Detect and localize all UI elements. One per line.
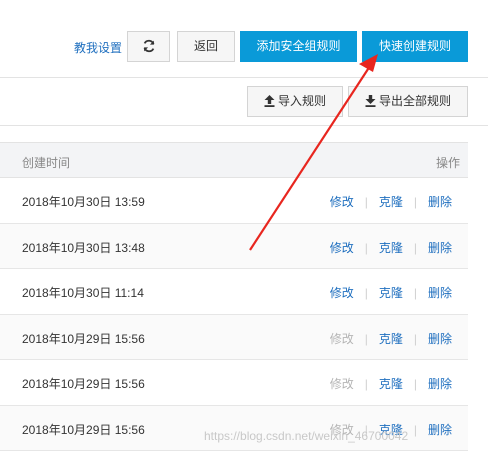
created-time-cell: 2018年10月30日 11:14	[22, 286, 144, 300]
created-time-cell: 2018年10月29日 15:56	[22, 377, 145, 391]
table-header: 创建时间 操作	[0, 142, 468, 178]
row-actions: 修改 | 克隆 | 删除	[330, 375, 452, 392]
table-row: 2018年10月30日 11:14 修改 | 克隆 | 删除	[0, 269, 468, 315]
watermark-text: https://blog.csdn.net/weixin_46700042	[204, 429, 409, 443]
action-separator: |	[364, 286, 368, 300]
row-actions: 修改 | 克隆 | 删除	[330, 239, 452, 256]
clone-link[interactable]: 克隆	[379, 332, 403, 346]
action-separator: |	[413, 286, 417, 300]
download-icon	[365, 95, 376, 107]
action-separator: |	[364, 195, 368, 209]
refresh-button[interactable]	[127, 31, 170, 62]
top-toolbar: 教我设置 返回 添加安全组规则 快速创建规则	[0, 0, 488, 77]
row-actions: 修改 | 克隆 | 删除	[330, 284, 452, 301]
upload-icon	[264, 95, 275, 107]
created-time-cell: 2018年10月30日 13:48	[22, 240, 145, 255]
import-rules-label: 导入规则	[277, 94, 326, 108]
help-setup-link[interactable]: 教我设置	[74, 39, 122, 56]
action-separator: |	[364, 331, 368, 346]
export-all-rules-button[interactable]: 导出全部规则	[348, 86, 468, 117]
import-rules-button[interactable]: 导入规则	[247, 86, 343, 117]
add-security-group-rule-button[interactable]: 添加安全组规则	[240, 31, 357, 62]
column-header-created-time: 创建时间	[22, 156, 71, 170]
action-separator: |	[413, 331, 417, 346]
created-time-cell: 2018年10月30日 13:59	[22, 195, 145, 209]
delete-link[interactable]: 删除	[428, 195, 452, 209]
clone-link[interactable]: 克隆	[379, 377, 403, 391]
toolbar-divider	[0, 77, 488, 78]
table-body: 2018年10月30日 13:59 修改 | 克隆 | 删除 2018年10月30日 13:…	[0, 178, 468, 451]
action-separator: |	[413, 422, 417, 437]
refresh-icon	[143, 39, 154, 53]
edit-link: 修改	[329, 331, 354, 346]
created-time-cell: 2018年10月29日 15:56	[22, 422, 145, 437]
delete-link[interactable]: 删除	[428, 332, 452, 346]
delete-link[interactable]: 删除	[428, 423, 452, 437]
table-row: 2018年10月30日 13:59 修改 | 克隆 | 删除	[0, 178, 468, 224]
delete-link[interactable]: 删除	[428, 377, 452, 391]
clone-link[interactable]: 克隆	[379, 241, 403, 255]
table-row: 2018年10月30日 13:48 修改 | 克隆 | 删除	[0, 223, 468, 269]
action-separator: |	[364, 240, 368, 255]
clone-link[interactable]: 克隆	[379, 195, 403, 209]
action-separator: |	[364, 377, 368, 391]
section-divider	[0, 125, 488, 126]
table-row: 2018年10月29日 15:56 修改 | 克隆 | 删除	[0, 314, 468, 360]
quick-create-rule-button[interactable]: 快速创建规则	[362, 31, 468, 62]
edit-link[interactable]: 修改	[330, 286, 354, 300]
table-row: 2018年10月29日 15:56 修改 | 克隆 | 删除	[0, 360, 468, 406]
export-all-rules-label: 导出全部规则	[378, 94, 451, 108]
clone-link[interactable]: 克隆	[379, 286, 403, 300]
edit-link[interactable]: 修改	[330, 241, 354, 255]
action-separator: |	[413, 195, 417, 209]
delete-link[interactable]: 删除	[428, 286, 452, 300]
row-actions: 修改 | 克隆 | 删除	[330, 193, 452, 210]
action-separator: |	[413, 377, 417, 391]
row-actions: 修改 | 克隆 | 删除	[330, 330, 452, 347]
action-separator: |	[413, 240, 417, 255]
created-time-cell: 2018年10月29日 15:56	[22, 331, 145, 346]
column-header-actions: 操作	[435, 156, 460, 170]
edit-link: 修改	[329, 377, 354, 391]
rules-table: 创建时间 操作 2018年10月30日 13:59 修改 | 克隆 | 删除 2018年10…	[0, 142, 468, 451]
delete-link[interactable]: 删除	[428, 241, 452, 255]
back-button[interactable]: 返回	[177, 31, 235, 62]
edit-link[interactable]: 修改	[330, 195, 354, 209]
